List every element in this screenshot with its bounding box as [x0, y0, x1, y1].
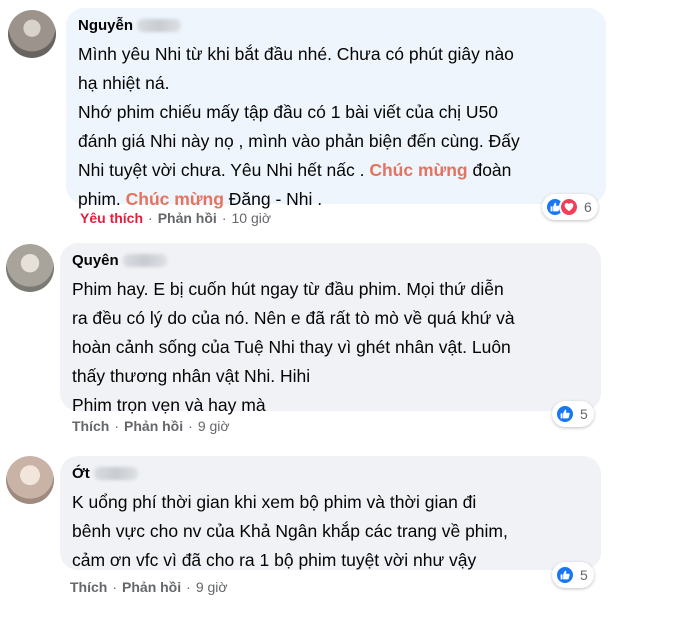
reaction-count: 5	[580, 567, 588, 583]
like-button[interactable]: Thích	[70, 579, 107, 595]
text-segment: thấy thương nhân vật Nhi. Hihi	[72, 366, 311, 386]
comment-line: đánh giá Nhi này nọ , mình vào phản biện…	[78, 127, 594, 156]
love-button[interactable]: Yêu thích	[80, 210, 143, 226]
reply-button[interactable]: Phản hồi	[124, 418, 183, 434]
comment-bubble: Quyên Phim hay. E bị cuốn hút ngay từ đầ…	[60, 243, 601, 415]
reaction-summary[interactable]: 6	[542, 194, 598, 220]
comment-bubble: Nguyễn Mình yêu Nhi từ khi bắt đầu nhé. …	[66, 8, 606, 209]
author-name[interactable]: Ớt	[72, 465, 90, 482]
text-segment: hạ nhiệt ná.	[78, 73, 170, 93]
text-segment: bênh vực cho nv của Khả Ngân khắp các tr…	[72, 521, 508, 541]
comment-line: Nhi tuyệt vời chưa. Yêu Nhi hết nấc . Ch…	[78, 156, 594, 185]
separator-dot: ·	[114, 418, 120, 434]
comment-line: Mình yêu Nhi từ khi bắt đầu nhé. Chưa có…	[78, 40, 594, 69]
comment-line: hoàn cảnh sống của Tuệ Nhi thay vì ghét …	[72, 333, 589, 362]
timestamp[interactable]: 9 giờ	[198, 418, 230, 434]
text-segment: ra đều có lý do của nó. Nên e đã rất tò …	[72, 308, 515, 328]
reply-button[interactable]: Phản hồi	[122, 579, 181, 595]
comment-line: thấy thương nhân vật Nhi. Hihi	[72, 362, 589, 391]
comment-line: cảm ơn vfc vì đã cho ra 1 bộ phim tuyệt …	[72, 546, 589, 575]
comment-author[interactable]: Ớt	[72, 464, 589, 484]
text-segment: hoàn cảnh sống của Tuệ Nhi thay vì ghét …	[72, 337, 511, 357]
reply-button[interactable]: Phản hồi	[158, 210, 217, 226]
blurred-name	[93, 467, 138, 481]
comment-line: Phim trọn vẹn và hay mà	[72, 391, 589, 420]
text-segment: Phim hay. E bị cuốn hút ngay từ đầu phim…	[72, 279, 504, 299]
separator-dot: ·	[188, 418, 193, 434]
reaction-summary[interactable]: 5	[552, 562, 594, 588]
comment-actions: Yêu thích · Phản hồi · 10 giờ	[80, 210, 271, 226]
text-segment: phim.	[78, 189, 126, 209]
text-segment: Phim trọn vẹn và hay mà	[72, 395, 266, 415]
blurred-name	[122, 254, 167, 268]
text-segment: Nhớ phim chiếu mấy tập đầu có 1 bài viết…	[78, 102, 499, 122]
comment-text: Mình yêu Nhi từ khi bắt đầu nhé. Chưa có…	[78, 40, 594, 214]
separator-dot: ·	[112, 579, 118, 595]
avatar[interactable]	[8, 10, 56, 58]
comment-line: K uổng phí thời gian khi xem bộ phim và …	[72, 488, 589, 517]
avatar[interactable]	[6, 456, 54, 504]
comment-line: bênh vực cho nv của Khả Ngân khắp các tr…	[72, 517, 589, 546]
text-segment: đánh giá Nhi này nọ , mình vào phản biện…	[78, 131, 520, 151]
text-segment: K uổng phí thời gian khi xem bộ phim và …	[72, 492, 477, 512]
highlighted-phrase[interactable]: Chúc mừng	[369, 160, 467, 180]
author-name[interactable]: Quyên	[72, 252, 119, 269]
comment-text: Phim hay. E bị cuốn hút ngay từ đầu phim…	[72, 275, 589, 420]
like-icon	[555, 404, 575, 424]
comment-author[interactable]: Nguyễn	[78, 16, 594, 36]
comment-line: hạ nhiệt ná.	[78, 69, 594, 98]
love-icon	[559, 197, 579, 217]
comment-text: K uổng phí thời gian khi xem bộ phim và …	[72, 488, 589, 575]
separator-dot: ·	[186, 579, 191, 595]
text-segment: Nhi tuyệt vời chưa. Yêu Nhi hết nấc .	[78, 160, 370, 180]
timestamp[interactable]: 10 giờ	[231, 210, 271, 226]
comment-actions: Thích · Phản hồi · 9 giờ	[70, 579, 228, 595]
reaction-count: 5	[580, 406, 588, 422]
text-segment: cảm ơn vfc vì đã cho ra 1 bộ phim tuyệt …	[72, 550, 477, 570]
reaction-summary[interactable]: 5	[552, 401, 594, 427]
avatar[interactable]	[6, 244, 54, 292]
comment-line: Phim hay. E bị cuốn hút ngay từ đầu phim…	[72, 275, 589, 304]
author-name[interactable]: Nguyễn	[78, 17, 133, 34]
text-segment: Đăng - Nhi .	[223, 189, 323, 209]
text-segment: đoàn	[467, 160, 512, 180]
text-segment: Mình yêu Nhi từ khi bắt đầu nhé. Chưa có…	[78, 44, 514, 64]
like-icon	[555, 565, 575, 585]
like-button[interactable]: Thích	[72, 418, 109, 434]
comment-bubble: Ớt K uổng phí thời gian khi xem bộ phim …	[60, 456, 601, 570]
comment-actions: Thích · Phản hồi · 9 giờ	[72, 418, 230, 434]
reaction-count: 6	[584, 199, 592, 215]
timestamp[interactable]: 9 giờ	[196, 579, 228, 595]
separator-dot: ·	[221, 210, 227, 226]
blurred-name	[137, 19, 182, 33]
comment-author[interactable]: Quyên	[72, 251, 589, 271]
comment-line: ra đều có lý do của nó. Nên e đã rất tò …	[72, 304, 589, 333]
separator-dot: ·	[148, 210, 153, 226]
highlighted-phrase[interactable]: Chúc mừng	[126, 189, 224, 209]
comment-line: Nhớ phim chiếu mấy tập đầu có 1 bài viết…	[78, 98, 594, 127]
